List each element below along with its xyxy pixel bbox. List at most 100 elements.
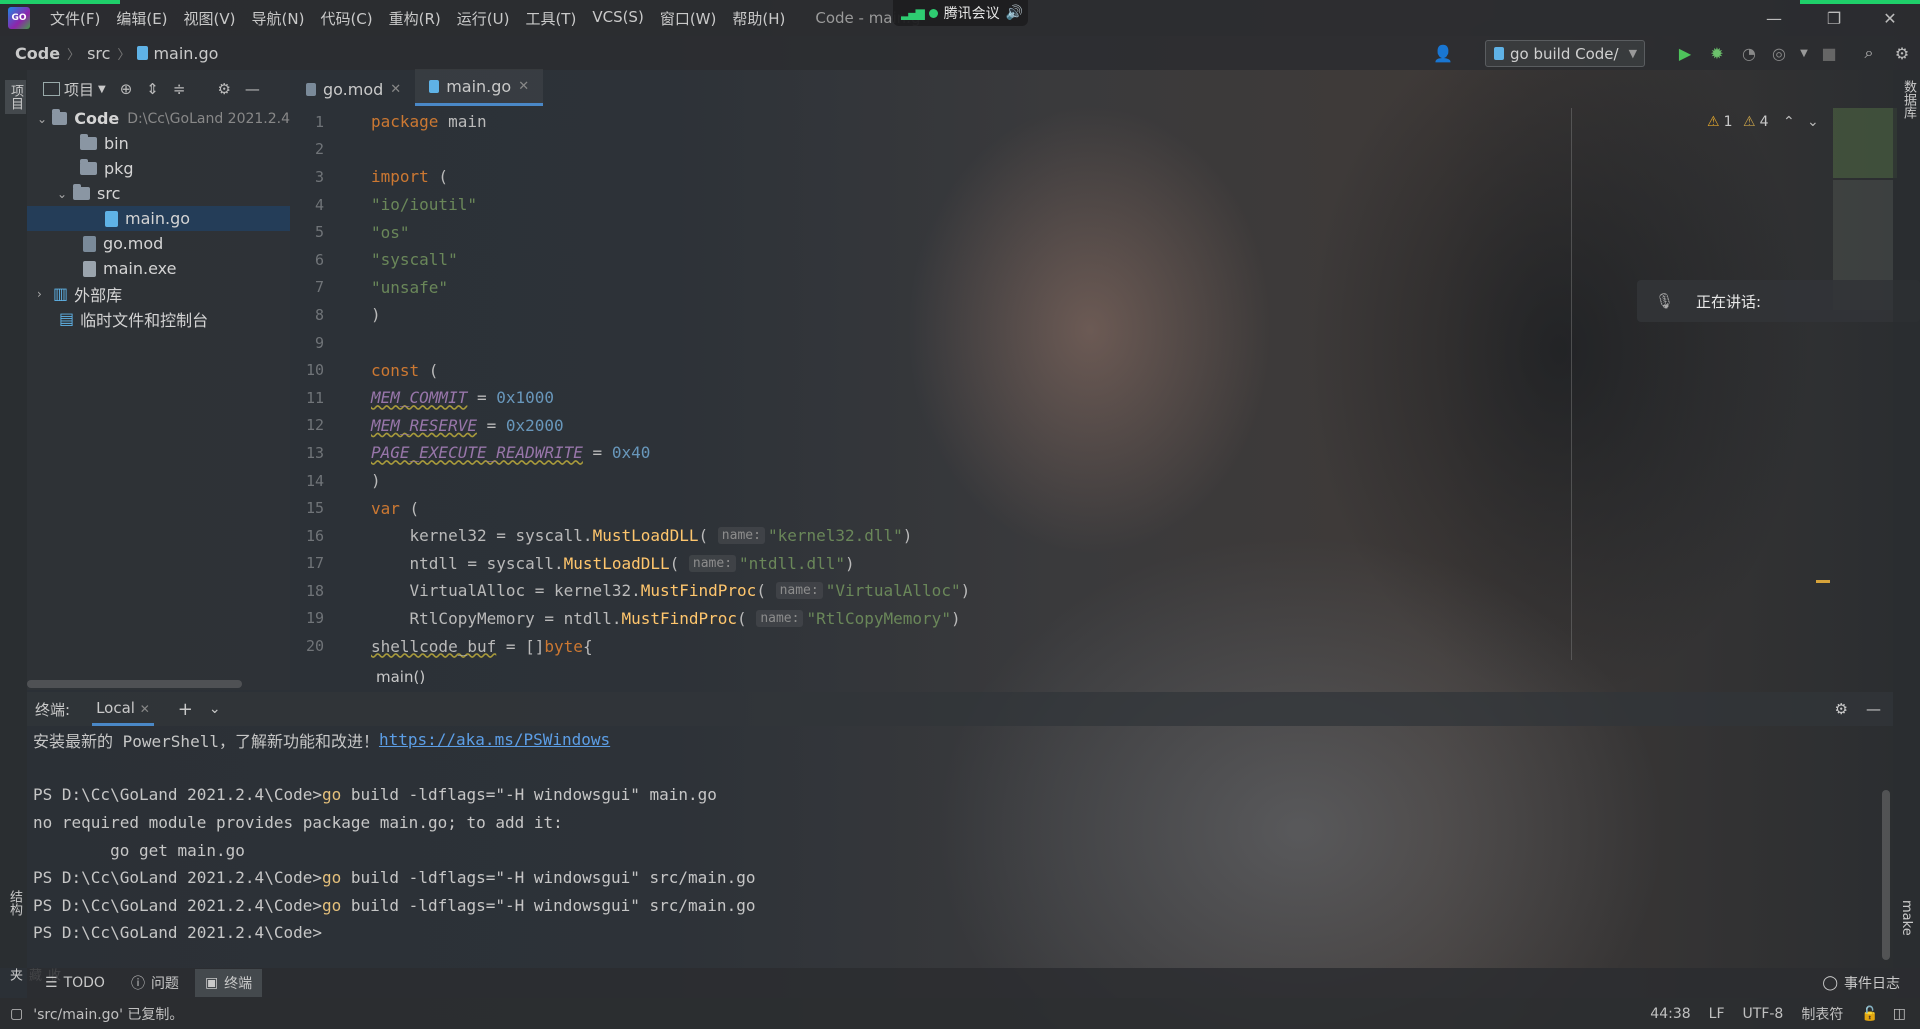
settings-gear-icon[interactable]: ⚙ — [1891, 42, 1913, 64]
close-window-button[interactable]: ✕ — [1866, 0, 1914, 36]
user-icon[interactable]: 👤 — [1432, 42, 1454, 64]
menu-navigate[interactable]: 导航(N) — [244, 8, 313, 29]
tree-item-pkg[interactable]: pkg — [27, 156, 290, 181]
tree-item-bin[interactable]: bin — [27, 131, 290, 156]
menu-refactor[interactable]: 重构(R) — [381, 8, 449, 29]
line-number: 6 — [314, 250, 324, 269]
gear-icon[interactable]: ⚙ — [217, 80, 230, 98]
menu-view[interactable]: 视图(V) — [176, 8, 244, 29]
next-issue-button[interactable]: ⌄ — [1807, 114, 1819, 130]
menu-tools[interactable]: 工具(T) — [517, 8, 584, 29]
structure-tool-button[interactable]: 结构 — [5, 890, 24, 916]
menu-edit[interactable]: 编辑(E) — [108, 8, 175, 29]
folder-icon — [80, 134, 97, 150]
code-line: var ( — [371, 498, 420, 518]
toggle-tool-windows-icon[interactable]: ▢ — [10, 1006, 23, 1022]
close-tab-icon[interactable]: ✕ — [390, 82, 401, 97]
problems-tool-button[interactable]: ⓘ 问题 — [121, 969, 189, 997]
menu-window[interactable]: 窗口(W) — [652, 8, 725, 29]
terminal-line: PS D:\Cc\GoLand 2021.2.4\Code> — [33, 923, 322, 943]
expand-all-icon[interactable]: ⇕ — [146, 80, 159, 98]
right-tool-strip: 数据库 make — [1893, 70, 1920, 968]
tab-go-mod[interactable]: go.mod ✕ — [292, 72, 415, 106]
terminal-scrollbar[interactable] — [1882, 790, 1890, 960]
project-tool-button[interactable]: 项目 — [5, 80, 26, 114]
terminal-tool-button[interactable]: ▣ 终端 — [194, 969, 263, 997]
hide-panel-icon[interactable]: — — [1866, 700, 1881, 718]
breadcrumb-function[interactable]: main() — [376, 668, 425, 686]
menu-run[interactable]: 运行(U) — [449, 8, 518, 29]
new-terminal-icon[interactable]: + — [178, 699, 193, 720]
error-count[interactable]: ⚠ 1 — [1707, 114, 1732, 130]
minimize-button[interactable]: — — [1750, 0, 1798, 36]
menu-help[interactable]: 帮助(H) — [724, 8, 793, 29]
folder-icon — [51, 109, 68, 125]
menu-code[interactable]: 代码(C) — [312, 8, 380, 29]
folder-icon — [73, 184, 90, 200]
editor-tabs: go.mod ✕ main.go ✕ — [292, 69, 1572, 106]
breadcrumb-file[interactable]: main.go — [153, 44, 218, 63]
tree-item-code[interactable]: ⌄ Code D:\Cc\GoLand 2021.2.4 — [27, 106, 290, 131]
close-tab-icon[interactable]: ✕ — [140, 702, 150, 716]
menu-vcs[interactable]: VCS(S) — [584, 8, 651, 29]
lock-icon[interactable]: 🔓 — [1861, 1006, 1878, 1022]
breadcrumb-src[interactable]: src — [87, 44, 110, 63]
line-number: 20 — [305, 637, 324, 656]
file-encoding[interactable]: UTF-8 — [1743, 1006, 1784, 1022]
line-separator[interactable]: LF — [1709, 1006, 1725, 1022]
line-number: 18 — [305, 581, 324, 600]
warning-count[interactable]: ⚠ 4 — [1743, 114, 1768, 130]
tree-item-go-mod[interactable]: go.mod — [27, 231, 290, 256]
tab-main-go[interactable]: main.go ✕ — [415, 69, 544, 106]
tree-item-main-go[interactable]: main.go — [27, 206, 290, 231]
run-config-dropdown[interactable]: go build Code/ ▼ — [1485, 40, 1645, 67]
terminal-output[interactable]: 安装最新的 PowerShell，了解新功能和改进！ https://aka.ms… — [27, 726, 1882, 968]
caret-position[interactable]: 44:38 — [1650, 1006, 1690, 1022]
restore-button[interactable]: ❐ — [1810, 0, 1858, 36]
debug-icon[interactable]: ✹ — [1706, 42, 1728, 64]
coverage-icon[interactable]: ◔ — [1738, 42, 1760, 64]
tree-item-external-libs[interactable]: › ▥ 外部库 — [27, 281, 290, 306]
chevron-right-icon: 〉 — [117, 47, 131, 63]
make-tool-button[interactable]: make — [1899, 900, 1914, 936]
tree-item-scratches[interactable]: ▤ 临时文件和控制台 — [27, 306, 290, 331]
close-tab-icon[interactable]: ✕ — [518, 79, 529, 94]
terminal-icon: ▣ — [204, 975, 219, 991]
notifications-icon[interactable]: ◫ — [1893, 1006, 1906, 1022]
code-editor[interactable]: package main import ( "io/ioutil" "os" "… — [371, 108, 1571, 660]
database-tool-button[interactable]: 数据库 — [1899, 80, 1918, 119]
folder-icon — [80, 159, 97, 175]
right-margin-guide — [1571, 108, 1572, 660]
todo-tool-button[interactable]: ☰ TODO — [35, 969, 115, 997]
project-horizontal-scrollbar[interactable] — [27, 680, 242, 688]
indent-setting[interactable]: 制表符 — [1801, 1004, 1843, 1024]
line-number: 12 — [305, 416, 324, 435]
prev-issue-button[interactable]: ⌃ — [1783, 114, 1795, 130]
collapse-all-icon[interactable]: ≑ — [173, 80, 186, 98]
tree-item-main-exe[interactable]: main.exe — [27, 256, 290, 281]
breadcrumb-project[interactable]: Code — [15, 44, 60, 63]
stop-icon[interactable]: ■ — [1818, 42, 1840, 64]
tab-local[interactable]: Local ✕ — [92, 693, 154, 726]
line-number: 8 — [314, 305, 324, 324]
event-log-tool-button[interactable]: ◯ 事件日志 — [1812, 969, 1910, 997]
chevron-down-icon[interactable]: ▼ — [1793, 42, 1815, 64]
locate-icon[interactable]: ⊕ — [120, 80, 133, 98]
meeting-status[interactable]: ▂▄▆ 腾讯会议 🔊 — [893, 0, 1028, 26]
chevron-right-icon: › — [37, 286, 42, 301]
code-line: MEM_RESERVE = 0x2000 — [371, 415, 564, 435]
tree-item-src[interactable]: ⌄ src — [27, 181, 290, 206]
profile-icon[interactable]: ◎ — [1768, 42, 1790, 64]
settings-gear-icon[interactable]: ⚙ — [1835, 700, 1848, 718]
run-icon[interactable]: ▶ — [1674, 42, 1696, 64]
go-file-icon — [429, 79, 440, 93]
warning-stripe-marker[interactable] — [1816, 580, 1830, 583]
search-icon[interactable]: ⌕ — [1858, 42, 1880, 64]
project-view-dropdown[interactable]: 项目 ▼ — [43, 79, 106, 100]
code-minimap[interactable] — [1833, 108, 1897, 178]
powershell-link[interactable]: https://aka.ms/PSWindows — [379, 730, 610, 749]
hide-icon[interactable]: — — [245, 80, 260, 98]
menu-file[interactable]: 文件(F) — [42, 8, 108, 29]
chevron-down-icon[interactable]: ⌄ — [209, 701, 221, 717]
